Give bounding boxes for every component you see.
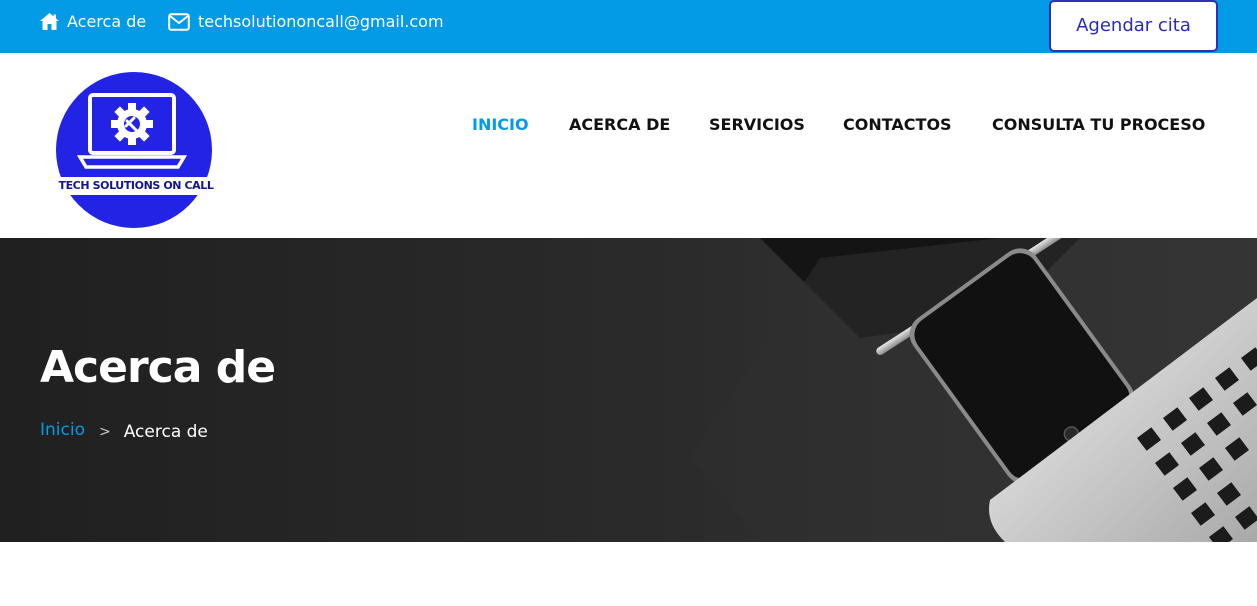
top-email-label: techsolutiononcall@gmail.com: [198, 12, 444, 31]
logo[interactable]: TECH SOLUTIONS ON CALL: [52, 71, 220, 229]
breadcrumb: Inicio > Acerca de: [40, 418, 208, 442]
top-home-label: Acerca de: [67, 12, 147, 31]
hero-banner: Acerca de Inicio > Acerca de: [0, 238, 1257, 542]
logo-text: TECH SOLUTIONS ON CALL: [58, 179, 214, 192]
breadcrumb-separator: >: [98, 424, 111, 440]
schedule-appointment-button[interactable]: Agendar cita: [1049, 0, 1218, 52]
nav-item-inicio[interactable]: INICIO: [472, 115, 529, 134]
envelope-icon: [168, 12, 190, 31]
nav-item-contactos[interactable]: CONTACTOS: [843, 115, 952, 134]
logo-emblem: [52, 72, 220, 228]
top-bar: Acerca de techsolutiononcall@gmail.com A…: [0, 0, 1257, 53]
nav-item-acerca-de[interactable]: ACERCA DE: [569, 115, 670, 134]
site-header: TECH SOLUTIONS ON CALL INICIO ACERCA DE …: [0, 53, 1257, 238]
page-title: Acerca de: [40, 342, 276, 393]
nav-item-consulta-tu-proceso[interactable]: CONSULTA TU PROCESO: [992, 115, 1205, 134]
top-home-link[interactable]: Acerca de: [40, 12, 146, 31]
top-email-link[interactable]: techsolutiononcall@gmail.com: [168, 12, 444, 31]
home-icon: [40, 13, 59, 30]
nav-item-servicios[interactable]: SERVICIOS: [709, 115, 805, 134]
breadcrumb-home-link[interactable]: Inicio: [40, 420, 85, 440]
breadcrumb-current: Acerca de: [123, 422, 208, 442]
